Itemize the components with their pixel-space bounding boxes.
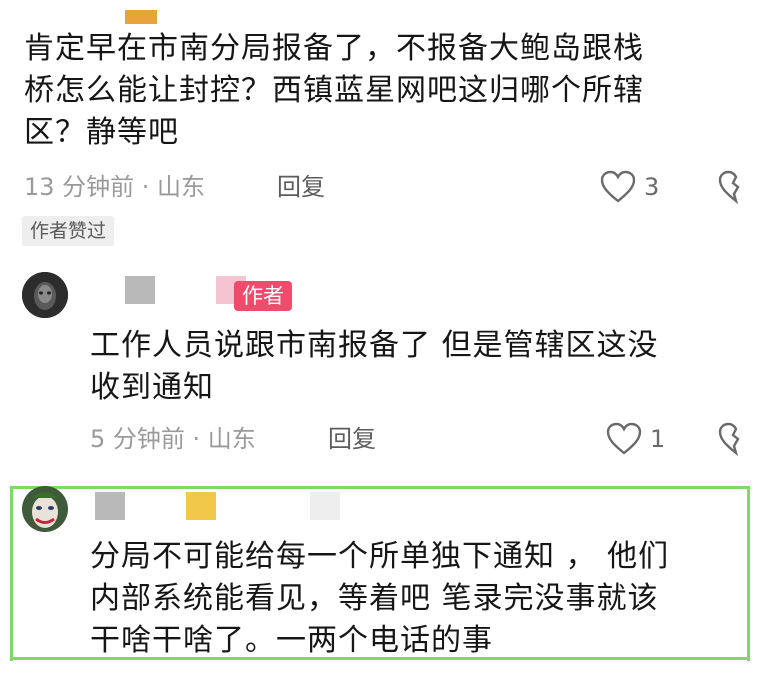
avatar[interactable] [22, 272, 68, 318]
username-mosaic [310, 492, 340, 520]
heart-icon [606, 422, 642, 455]
username-mosaic [125, 276, 155, 304]
comment-text-line: 区？静等吧 [24, 115, 179, 150]
broken-heart-icon [718, 422, 740, 457]
comment-text-line: 内部系统能看见，等着吧 笔录完没事就该 [90, 581, 659, 616]
avatar-image [22, 486, 68, 532]
comment-text-line: 肯定早在市南分局报备了，不报备大鲍岛跟栈 [24, 31, 644, 66]
username-mosaic [125, 10, 157, 24]
like-count: 3 [644, 173, 660, 201]
comment-text-line: 桥怎么能让封控？西镇蓝星网吧这归哪个所辖 [24, 73, 644, 108]
comment-text-line: 分局不可能给每一个所单独下通知 ， 他们 [90, 539, 670, 574]
comment-time-location: 5 分钟前 · 山东 [90, 425, 256, 453]
dislike-button[interactable] [718, 422, 754, 457]
avatar-image [22, 272, 68, 318]
author-badge: 作者 [234, 281, 292, 311]
like-button[interactable]: 3 [600, 170, 680, 204]
like-button[interactable]: 1 [606, 422, 676, 456]
like-count: 1 [650, 425, 666, 453]
dislike-button[interactable] [718, 170, 754, 205]
username-mosaic [95, 492, 125, 520]
broken-heart-icon [718, 170, 740, 205]
username-mosaic [186, 492, 216, 520]
author-liked-badge: 作者赞过 [22, 216, 115, 246]
comment-text-line: 干啥干啥了。一两个电话的事 [90, 623, 493, 658]
comment-text-line: 收到通知 [90, 370, 214, 405]
reply-button[interactable]: 回复 [277, 172, 325, 202]
avatar[interactable] [22, 486, 68, 532]
comment-text-line: 工作人员说跟市南报备了 但是管辖区这没 [90, 328, 659, 363]
comment-time-location: 13 分钟前 · 山东 [24, 173, 206, 201]
reply-button[interactable]: 回复 [328, 424, 376, 454]
heart-icon [600, 170, 636, 203]
